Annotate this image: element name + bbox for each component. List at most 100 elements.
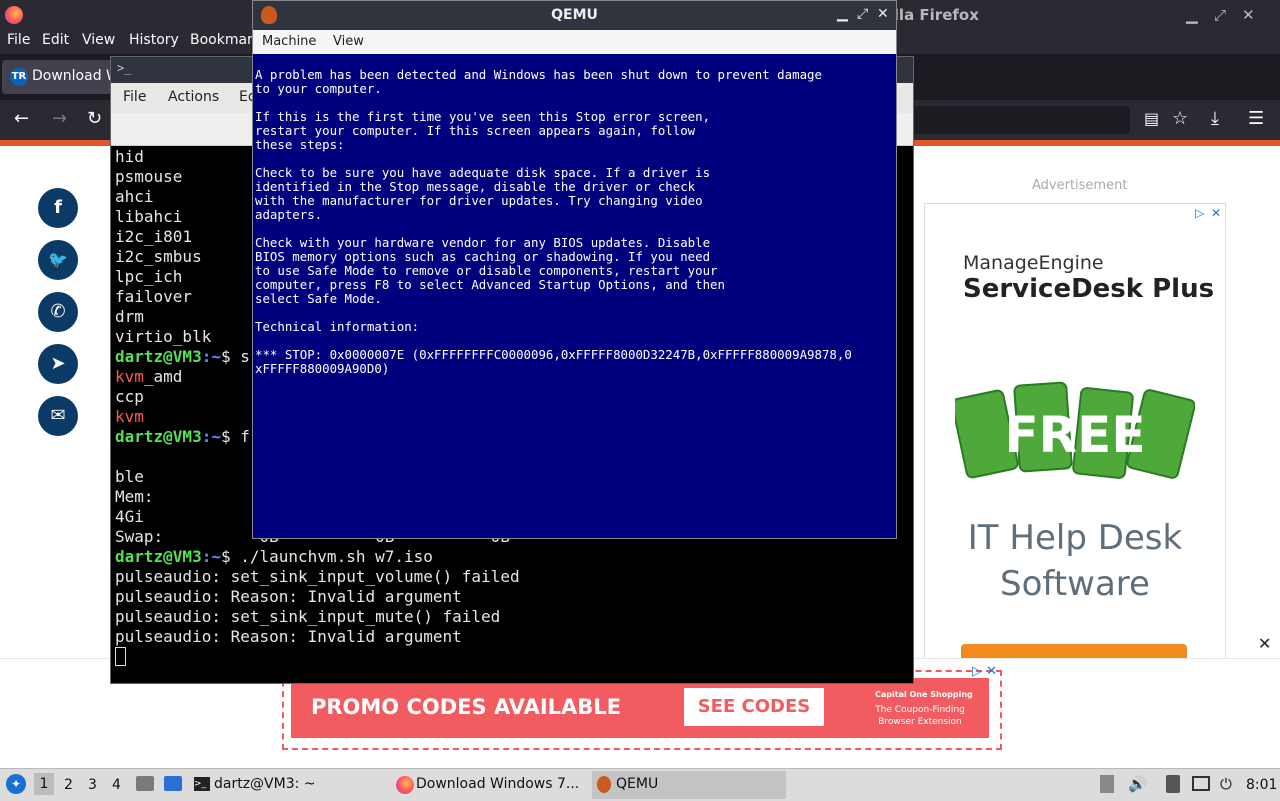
ad-close-icon[interactable]: ✕	[1211, 206, 1221, 220]
telegram-icon[interactable]: ➤	[38, 344, 78, 384]
task-qemu-icon	[597, 776, 611, 793]
start-menu-icon[interactable]: ✦	[6, 774, 26, 794]
output-text: drm	[115, 307, 144, 326]
promo-brand: Capital One Shopping	[875, 690, 973, 699]
terminal-cursor-line	[115, 647, 905, 667]
task-qemu[interactable]: QEMU	[592, 771, 786, 799]
output-text: ble	[115, 467, 144, 486]
terminal-line: dartz@VM3:~$ ./launchvm.sh w7.iso	[115, 547, 905, 567]
whatsapp-icon[interactable]: ✆	[38, 292, 78, 332]
qemu-minimize-icon[interactable]: ▁	[837, 6, 848, 22]
techrepublic-favicon: TR	[10, 68, 28, 86]
forward-icon[interactable]: →	[52, 109, 67, 129]
workspace-1[interactable]: 1	[34, 773, 54, 795]
workspace-2[interactable]: 2	[64, 777, 73, 793]
ad-free-text: FREE	[1005, 406, 1146, 464]
file-manager-icon[interactable]	[136, 776, 154, 791]
menu-history[interactable]: History	[129, 32, 179, 48]
bottom-ad-close-icon[interactable]: ✕	[1258, 634, 1271, 653]
power-icon[interactable]: ⏻	[1220, 775, 1232, 793]
downloads-icon[interactable]: ⤓	[1211, 109, 1219, 129]
output-text: Mem:	[115, 487, 154, 506]
prompt-path: :~	[201, 427, 221, 446]
terminal-line: pulseaudio: Reason: Invalid argument	[115, 587, 905, 607]
task-terminal[interactable]: >_ dartz@VM3: ~	[190, 771, 385, 799]
output-text: lpc_ich	[115, 267, 183, 286]
menu-file[interactable]: File	[7, 32, 30, 48]
output-text: ahci	[115, 187, 154, 206]
terminal-cursor	[115, 647, 126, 666]
side-advertisement[interactable]: ▷ ✕ ManageEngine ServiceDesk Plus FREE I…	[924, 203, 1226, 662]
task-firefox[interactable]: Download Windows 7...	[392, 771, 588, 799]
output-text: hid	[115, 147, 144, 166]
qemu-titlebar[interactable]: QEMU ▁ ⤢ ✕	[253, 1, 896, 30]
output-text: failover	[115, 287, 193, 306]
terminal-menu-file[interactable]: File	[123, 89, 146, 105]
bookmark-star-icon[interactable]: ☆	[1172, 109, 1188, 129]
maximize-icon[interactable]: ⤢	[1214, 6, 1226, 24]
workspace-3[interactable]: 3	[88, 777, 97, 793]
output-text: libahci	[115, 207, 183, 226]
output-text: 4Gi	[115, 507, 144, 526]
qemu-menu-machine[interactable]: Machine	[262, 34, 316, 49]
output-text: pulseaudio: Reason: Invalid argument	[115, 627, 462, 646]
terminal-menu-actions[interactable]: Actions	[168, 89, 219, 105]
clock: 8:01	[1246, 777, 1278, 793]
volume-icon[interactable]: 🔊	[1128, 775, 1147, 793]
output-text: pulseaudio: set_sink_input_mute() failed	[115, 607, 501, 626]
output-text: virtio_blk	[115, 327, 212, 346]
task-qemu-label: QEMU	[616, 776, 659, 792]
task-terminal-label: dartz@VM3: ~	[214, 776, 316, 792]
network-icon[interactable]	[1192, 776, 1210, 791]
email-icon[interactable]: ✉	[38, 396, 78, 436]
reload-icon[interactable]: ↻	[87, 109, 102, 129]
menu-view[interactable]: View	[82, 32, 115, 48]
promo-subtext: The Coupon-Finding Browser Extension	[875, 705, 965, 727]
prompt-command: $ f	[220, 427, 250, 446]
task-terminal-icon: >_	[194, 777, 210, 791]
minimize-icon[interactable]: ▁	[1186, 6, 1198, 24]
promo-ad[interactable]: PROMO CODES AVAILABLE SEE CODES Capital …	[291, 678, 989, 738]
firefox-icon	[5, 6, 23, 24]
eject-icon[interactable]	[1100, 775, 1114, 793]
reader-view-icon[interactable]: ▤	[1144, 109, 1159, 129]
app-menu-icon[interactable]: ☰	[1248, 109, 1264, 129]
ad-brand-main: ServiceDesk Plus	[963, 274, 1215, 304]
advertisement-label: Advertisement	[1032, 178, 1128, 193]
qemu-close-icon[interactable]: ✕	[877, 6, 889, 22]
adchoices-icon[interactable]: ▷	[1195, 206, 1204, 220]
prompt-path: :~	[201, 547, 221, 566]
promo-adchoices-icon[interactable]: ▷ ✕	[972, 664, 997, 679]
qemu-title: QEMU	[551, 7, 598, 23]
clipboard-icon[interactable]	[1166, 775, 1180, 793]
workspace-4[interactable]: 4	[112, 777, 121, 793]
terminal-line: pulseaudio: set_sink_input_mute() failed	[115, 607, 905, 627]
back-icon[interactable]: ←	[14, 109, 29, 129]
promo-text: PROMO CODES AVAILABLE	[311, 695, 622, 719]
menu-edit[interactable]: Edit	[42, 32, 69, 48]
close-icon[interactable]: ✕	[1242, 6, 1255, 24]
twitter-icon[interactable]: 🐦	[38, 240, 78, 280]
show-desktop-icon[interactable]	[164, 776, 182, 791]
see-codes-button[interactable]: SEE CODES	[684, 688, 824, 726]
output-text: _amd	[143, 367, 183, 386]
ad-brand-top: ManageEngine	[963, 252, 1104, 274]
output-text: pulseaudio: Reason: Invalid argument	[115, 587, 462, 606]
prompt-user: dartz@VM3	[115, 427, 202, 446]
qemu-maximize-icon[interactable]: ⤢	[857, 6, 868, 22]
task-firefox-label: Download Windows 7...	[416, 776, 580, 792]
prompt-path: :~	[201, 347, 221, 366]
prompt-user: dartz@VM3	[115, 547, 202, 566]
bsod-text: A problem has been detected and Windows …	[255, 67, 852, 376]
output-text: ccp	[115, 387, 144, 406]
facebook-icon[interactable]: f	[38, 188, 78, 228]
highlighted-match: kvm	[115, 367, 144, 386]
output-text: psmouse	[115, 167, 183, 186]
qemu-window[interactable]: QEMU ▁ ⤢ ✕ Machine View A problem has be…	[252, 0, 897, 539]
ad-headline-1: IT Help Desk	[967, 518, 1183, 558]
output-text: pulseaudio: set_sink_input_volume() fail…	[115, 567, 520, 586]
output-text: i2c_i801	[115, 227, 193, 246]
qemu-menu-view[interactable]: View	[333, 34, 364, 49]
taskbar: ✦ 1 2 3 4 >_ dartz@VM3: ~ Download Windo…	[0, 768, 1280, 801]
output-text: i2c_smbus	[115, 247, 202, 266]
